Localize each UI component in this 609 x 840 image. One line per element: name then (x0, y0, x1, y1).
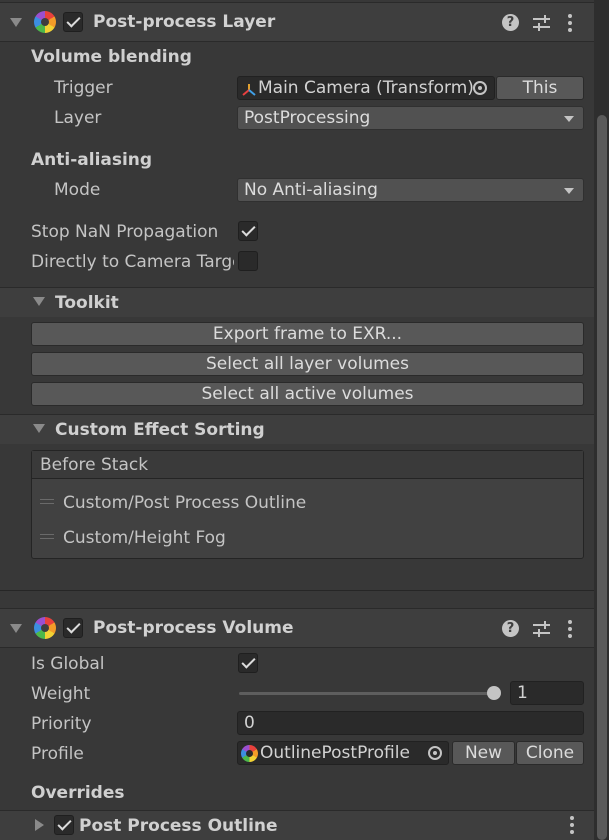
is-global-checkbox[interactable] (238, 653, 258, 673)
trigger-label: Trigger (54, 78, 113, 98)
directly-to-camera-checkbox[interactable] (238, 251, 258, 271)
anti-aliasing-heading: Anti-aliasing (31, 150, 153, 170)
mode-value: No Anti-aliasing (244, 180, 378, 200)
drag-handle-icon[interactable] (40, 499, 54, 504)
overrides-heading: Overrides (31, 783, 125, 803)
help-icon[interactable]: ? (502, 14, 519, 31)
weight-slider-track[interactable] (239, 692, 497, 695)
profile-label: Profile (31, 744, 84, 764)
list-header: Before Stack (32, 451, 583, 479)
foldout-arrow-icon[interactable] (10, 624, 22, 633)
profile-value: OutlinePostProfile (260, 743, 410, 763)
component-enabled-checkbox[interactable] (63, 618, 83, 638)
stop-nan-checkbox[interactable] (238, 221, 258, 241)
kebab-menu-icon[interactable] (568, 620, 572, 638)
list-item[interactable]: Custom/Height Fog (63, 528, 226, 548)
directly-to-camera-label: Directly to Camera Target (31, 252, 234, 272)
priority-label: Priority (31, 714, 92, 734)
layer-dropdown[interactable]: PostProcessing (237, 106, 584, 130)
override-title: Post Process Outline (79, 816, 278, 836)
list-item[interactable]: Custom/Post Process Outline (63, 493, 306, 513)
help-icon[interactable]: ? (502, 620, 519, 637)
foldout-arrow-icon[interactable] (35, 819, 44, 831)
component-divider (0, 590, 594, 591)
post-process-volume-header[interactable]: Post-process Volume ? (0, 608, 594, 648)
toolkit-heading: Toolkit (55, 293, 119, 313)
transform-icon (242, 81, 256, 96)
this-button[interactable]: This (496, 76, 584, 100)
toolkit-foldout[interactable]: Toolkit (0, 287, 594, 317)
component-enabled-checkbox[interactable] (63, 12, 83, 32)
post-process-layer-header[interactable]: Post-process Layer ? (0, 2, 594, 42)
priority-input[interactable]: 0 (237, 711, 584, 735)
select-layer-volumes-button[interactable]: Select all layer volumes (31, 352, 584, 376)
scrollbar-thumb[interactable] (597, 115, 607, 840)
weight-slider-handle[interactable] (487, 686, 501, 700)
override-post-process-outline[interactable]: Post Process Outline (0, 810, 594, 840)
anti-aliasing-mode-dropdown[interactable]: No Anti-aliasing (237, 178, 584, 202)
stop-nan-label: Stop NaN Propagation (31, 222, 219, 242)
is-global-label: Is Global (31, 654, 105, 674)
clone-profile-button[interactable]: Clone (516, 741, 584, 765)
object-picker-icon[interactable] (473, 81, 487, 95)
trigger-value: Main Camera (Transform) (258, 78, 474, 98)
foldout-arrow-icon[interactable] (10, 18, 22, 27)
chevron-down-icon (564, 188, 574, 194)
layer-label: Layer (54, 108, 102, 128)
mode-label: Mode (54, 180, 101, 200)
foldout-arrow-icon[interactable] (33, 424, 45, 433)
presets-icon[interactable] (533, 621, 550, 637)
object-picker-icon[interactable] (428, 746, 442, 760)
kebab-menu-icon[interactable] (568, 14, 572, 32)
custom-effect-sorting-heading: Custom Effect Sorting (55, 420, 265, 440)
foldout-arrow-icon[interactable] (33, 297, 45, 306)
weight-label: Weight (31, 684, 91, 704)
volume-blending-heading: Volume blending (31, 47, 192, 67)
component-title: Post-process Volume (93, 618, 294, 638)
postprocess-logo-icon (241, 745, 258, 762)
before-stack-list: Before Stack Custom/Post Process Outline… (31, 450, 584, 559)
override-enabled-checkbox[interactable] (54, 815, 74, 835)
weight-input[interactable]: 1 (510, 681, 584, 705)
component-title: Post-process Layer (93, 12, 276, 32)
postprocess-logo-icon (34, 11, 56, 33)
chevron-down-icon (564, 116, 574, 122)
presets-icon[interactable] (533, 15, 550, 31)
postprocess-logo-icon (34, 617, 56, 639)
layer-value: PostProcessing (244, 108, 371, 128)
new-profile-button[interactable]: New (452, 741, 515, 765)
drag-handle-icon[interactable] (40, 534, 54, 539)
trigger-field[interactable]: Main Camera (Transform) (237, 76, 495, 100)
select-active-volumes-button[interactable]: Select all active volumes (31, 382, 584, 406)
kebab-menu-icon[interactable] (570, 816, 574, 834)
custom-effect-sorting-foldout[interactable]: Custom Effect Sorting (0, 414, 594, 444)
profile-field[interactable]: OutlinePostProfile (237, 741, 449, 765)
export-frame-button[interactable]: Export frame to EXR... (31, 322, 584, 346)
